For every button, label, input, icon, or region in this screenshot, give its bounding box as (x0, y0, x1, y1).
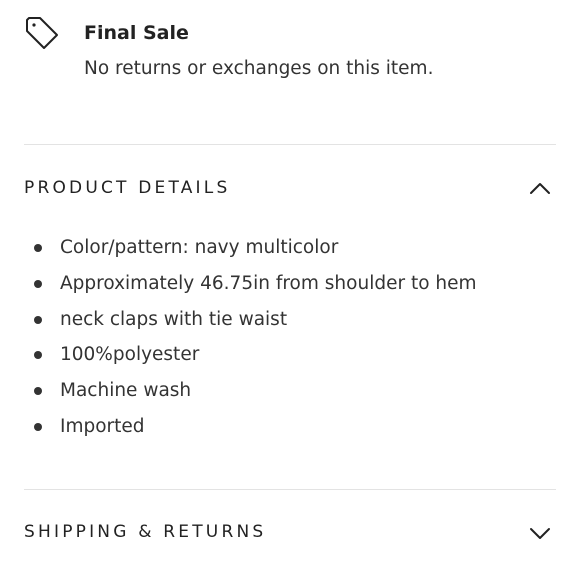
bullet (34, 387, 42, 396)
list-item-text: Color/pattern: navy multicolor (60, 237, 339, 258)
list-item-text: Imported (60, 415, 145, 437)
list-item-text: Approximately 46.75in from shoulder to h… (60, 272, 477, 294)
bullet (34, 244, 42, 252)
shipping-returns-title: SHIPPING & RETURNS (24, 522, 267, 542)
final-sale-title: Final Sale (84, 22, 189, 44)
bullet (34, 315, 42, 324)
list-item: 100%polyester (24, 337, 556, 373)
divider (24, 144, 556, 145)
shipping-returns-header[interactable]: SHIPPING & RETURNS (24, 513, 556, 553)
bullet (34, 351, 42, 360)
list-item-text: neck claps with tie waist (60, 308, 288, 330)
list-item: Color/pattern: navy multicolor (24, 230, 556, 266)
list-item: Approximately 46.75in from shoulder to h… (24, 266, 556, 302)
list-item: Imported (24, 409, 556, 445)
list-item: neck claps with tie waist (24, 302, 556, 338)
list-item-text: 100%polyester (60, 344, 200, 366)
product-details-title: PRODUCT DETAILS (24, 178, 231, 198)
chevron-down-icon[interactable] (528, 521, 552, 545)
final-sale-notice: Final Sale No returns or exchanges on th… (24, 16, 556, 96)
divider (24, 489, 556, 490)
tag-icon (26, 17, 58, 49)
bullet (34, 422, 42, 431)
chevron-up-icon[interactable] (528, 177, 552, 201)
product-details-list: Color/pattern: navy multicolor Approxima… (24, 230, 556, 445)
bullet (34, 279, 42, 288)
list-item-text: Machine wash (60, 380, 192, 402)
final-sale-subtitle: No returns or exchanges on this item. (84, 58, 434, 79)
list-item: Machine wash (24, 373, 556, 409)
product-details-header[interactable]: PRODUCT DETAILS (24, 169, 556, 209)
